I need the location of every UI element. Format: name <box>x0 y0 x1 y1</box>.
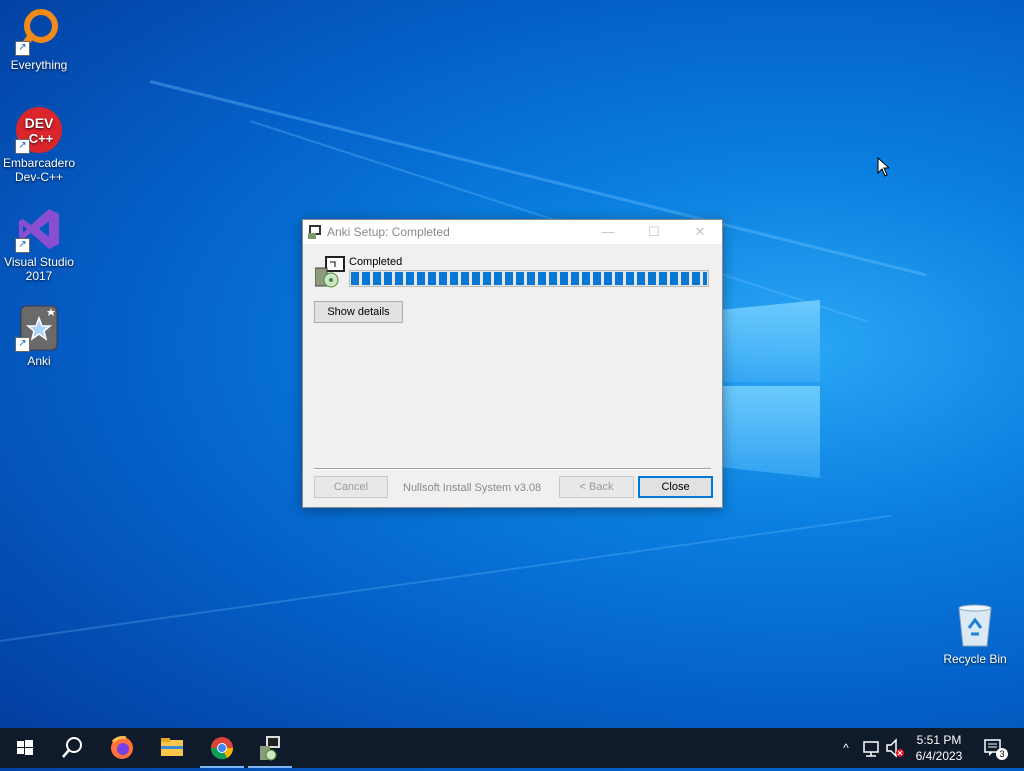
search-icon <box>62 737 82 758</box>
clock-date: 6/4/2023 <box>915 749 963 763</box>
svg-text:C++: C++ <box>29 131 54 146</box>
notification-icon <box>984 739 1001 756</box>
desktop-icon-label: Anki <box>27 354 51 368</box>
clock-time: 5:51 PM <box>916 733 962 747</box>
desktop-icon-recycle-bin[interactable]: Recycle Bin <box>937 602 1013 666</box>
back-button[interactable]: < Back <box>559 476 634 498</box>
taskbar: ^ 5:51 PM 6/4/2023 3 <box>0 728 1024 768</box>
installer-icon <box>307 224 323 240</box>
volume-muted-icon <box>886 738 904 758</box>
anki-setup-icon <box>260 736 280 761</box>
progress-bar <box>349 270 709 287</box>
window-title: Anki Setup: Completed <box>327 225 450 239</box>
search-button[interactable] <box>48 728 96 768</box>
desktop-icon-visual-studio[interactable]: ↗ Visual Studio 2017 <box>1 205 77 283</box>
firefox-icon <box>111 736 133 759</box>
desktop-icon-label: Everything <box>10 58 68 72</box>
tray-overflow-button[interactable]: ^ <box>838 728 854 768</box>
desktop-icon-devcpp[interactable]: DEV C++ ↗ Embarcadero Dev-C++ <box>1 106 77 184</box>
devcpp-icon: DEV C++ ↗ <box>15 106 63 154</box>
shortcut-arrow-icon: ↗ <box>15 238 30 253</box>
desktop-icon-label: Recycle Bin <box>943 652 1007 666</box>
mouse-cursor-icon <box>877 156 891 177</box>
network-icon <box>863 741 879 757</box>
minimize-button[interactable]: — <box>585 220 631 244</box>
taskbar-anki-setup[interactable] <box>246 728 294 768</box>
shortcut-arrow-icon: ↗ <box>15 41 30 56</box>
taskbar-firefox[interactable] <box>98 728 146 768</box>
shortcut-arrow-icon: ↗ <box>15 139 30 154</box>
progress-fill <box>351 272 707 285</box>
chrome-icon <box>210 737 234 760</box>
show-details-button[interactable]: Show details <box>314 301 403 323</box>
svg-text:DEV: DEV <box>25 115 54 131</box>
shortcut-arrow-icon: ↗ <box>15 337 30 352</box>
taskbar-file-explorer[interactable] <box>148 728 196 768</box>
wallpaper-windows-logo <box>720 290 822 480</box>
taskbar-clock[interactable]: 5:51 PM 6/4/2023 <box>908 732 970 764</box>
start-icon <box>17 740 33 755</box>
start-button[interactable] <box>0 728 48 768</box>
desktop-icon-label: Visual Studio 2017 <box>4 255 74 283</box>
desktop-icon-label: Embarcadero Dev-C++ <box>2 156 76 184</box>
maximize-button[interactable]: ☐ <box>631 220 677 244</box>
installer-cd-icon <box>314 256 347 288</box>
file-explorer-icon <box>161 738 183 756</box>
close-window-button[interactable]: ✕ <box>677 220 723 244</box>
action-center-button[interactable]: 3 <box>980 728 1010 768</box>
visual-studio-icon: ↗ <box>15 205 63 253</box>
tray-volume-button[interactable] <box>884 728 906 768</box>
window-titlebar[interactable]: Anki Setup: Completed — ☐ ✕ <box>303 220 722 244</box>
close-button[interactable]: Close <box>638 476 713 498</box>
nsis-branding: Nullsoft Install System v3.08 <box>403 482 542 494</box>
status-text: Completed <box>349 256 403 268</box>
anki-setup-window[interactable]: Anki Setup: Completed — ☐ ✕ Completed Sh… <box>302 219 723 508</box>
cancel-button[interactable]: Cancel <box>314 476 388 498</box>
everything-icon: ↗ <box>15 8 63 56</box>
desktop-icon-everything[interactable]: ↗ Everything <box>1 8 77 72</box>
anki-icon: ↗ <box>15 304 63 352</box>
footer-divider <box>314 468 711 470</box>
tray-network-button[interactable] <box>860 728 882 768</box>
recycle-bin-icon <box>951 602 999 650</box>
notification-count-badge: 3 <box>996 748 1008 760</box>
taskbar-chrome[interactable] <box>198 728 246 768</box>
desktop-icon-anki[interactable]: ↗ Anki <box>1 304 77 368</box>
wallpaper-beam <box>0 514 892 642</box>
